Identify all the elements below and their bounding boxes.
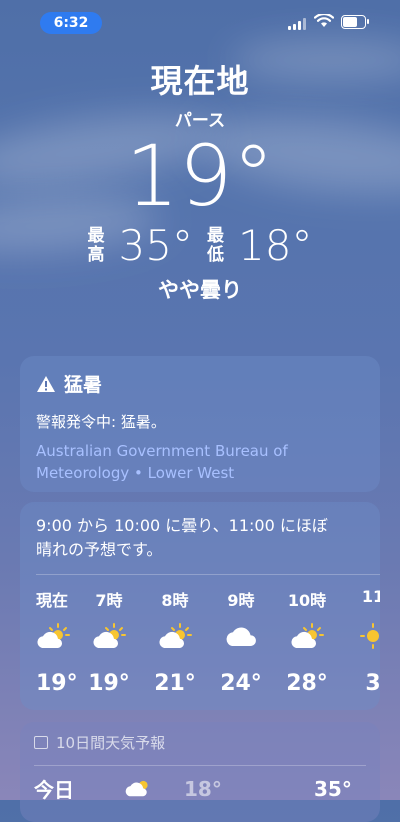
condition-text: やや曇り [158,278,242,302]
ten-day-title: 10日間天気予報 [56,734,166,752]
partly-cloudy-icon [92,615,126,657]
current-temperature: 19° [125,127,275,225]
divider [36,574,380,575]
status-time[interactable]: 6:32 [40,12,102,34]
hour-item: 8時 21° [154,591,196,696]
severe-weather-alert-card[interactable]: 猛暑 警報発令中: 猛暑。 Australian Government Bure… [20,356,380,492]
cloud-icon [224,615,258,657]
low-temperature: 18° [238,221,313,270]
warning-icon [37,375,55,392]
hour-item: 10時 28° [286,591,328,696]
ten-day-forecast-card[interactable]: 10日間天気予報 今日 18° 35° [20,722,380,822]
hour-item: 現在 19° [36,591,78,696]
partly-cloudy-icon [36,615,70,657]
divider [34,765,366,766]
forecast-day-row[interactable]: 今日 18° 35° [34,774,366,803]
high-label: 最高 [87,225,105,265]
battery-icon [341,15,369,29]
alert-title: 猛暑 [64,374,103,396]
hour-item: 11 3 [340,587,380,696]
signal-icon [288,18,306,30]
low-label: 最低 [207,225,224,265]
wifi-icon [314,14,334,27]
high-temperature: 35° [118,221,193,270]
status-bar: 6:32 [0,0,400,44]
alert-source-link[interactable]: Australian Government Bureau of Meteorol… [36,440,364,484]
sun-icon [356,615,380,657]
current-weather: 現在地 パース 19° 最高 35° 最低 18° やや曇り [0,56,400,304]
partly-cloudy-icon [124,774,184,803]
hour-item: 7時 19° [88,591,130,696]
location-title: 現在地 [150,62,250,100]
hourly-summary: 9:00 から 10:00 に曇り、11:00 にほぼ 晴れの予想です。 [36,516,328,559]
partly-cloudy-icon [158,615,192,657]
hourly-list[interactable]: 現在 19° 7時 19° 8時 21° 9時 24° 10時 28° 11 3 [36,587,380,696]
hour-item: 9時 24° [220,591,262,696]
partly-cloudy-icon [290,615,324,657]
high-low: 最高 35° 最低 18° [0,221,400,270]
calendar-icon [34,736,48,749]
hourly-forecast-card[interactable]: 9:00 から 10:00 に曇り、11:00 にほぼ 晴れの予想です。 現在 … [20,502,380,710]
alert-text: 警報発令中: 猛暑。 [36,413,166,431]
